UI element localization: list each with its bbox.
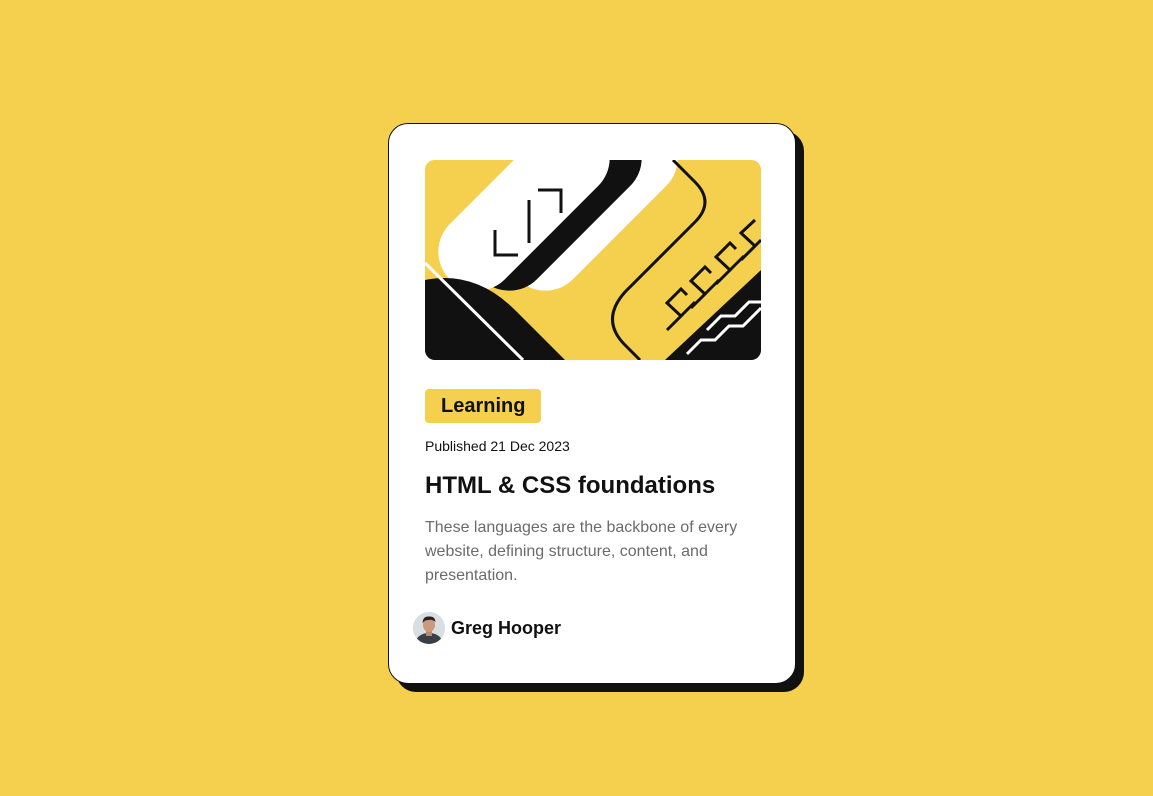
blog-preview-card: Learning Published 21 Dec 2023 HTML & CS… [388, 123, 796, 684]
card-title[interactable]: HTML & CSS foundations [425, 470, 715, 502]
category-tag: Learning [425, 389, 542, 423]
hero-illustration [425, 160, 761, 360]
author-name: Greg Hooper [451, 618, 562, 638]
published-date: Published 21 Dec 2023 [425, 438, 570, 454]
card-description: These languages are the backbone of ever… [425, 519, 738, 584]
avatar [413, 612, 445, 644]
author: Greg Hooper [413, 612, 561, 644]
